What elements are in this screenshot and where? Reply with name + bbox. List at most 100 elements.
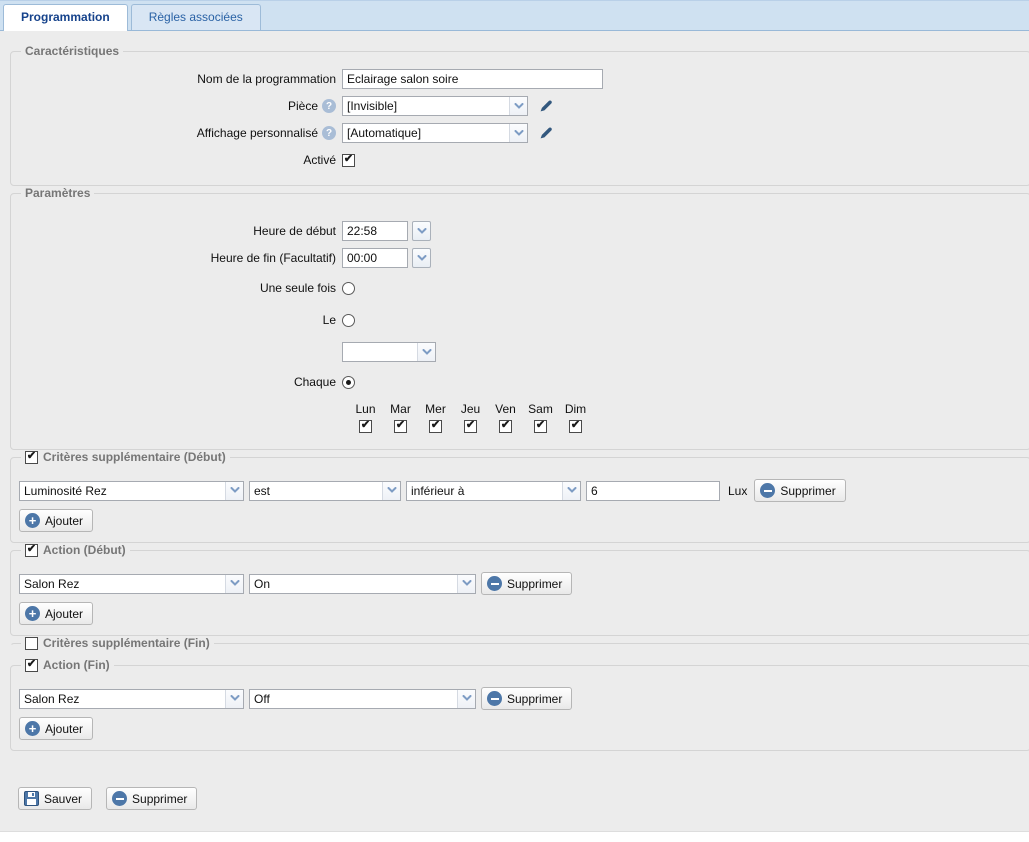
plus-icon <box>25 721 40 736</box>
once-label-text: Une seule fois <box>260 281 336 295</box>
day-mar: Mar <box>383 402 418 433</box>
chevron-down-icon[interactable] <box>457 690 475 708</box>
section-criteres-debut: Critères supplémentaire (Début) Luminosi… <box>10 450 1029 543</box>
criteres-fin-legend: Critères supplémentaire (Fin) <box>21 636 214 650</box>
once-radio[interactable] <box>342 282 355 295</box>
criteria-device-select[interactable]: Luminosité Rez <box>19 481 244 501</box>
display-label-text: Affichage personnalisé <box>197 126 318 140</box>
delete-label: Supprimer <box>132 792 187 806</box>
criteria-comparator-value: inférieur à <box>407 482 562 500</box>
action-debut-legend-label: Action (Début) <box>43 543 126 557</box>
criteria-device-value: Luminosité Rez <box>20 482 225 500</box>
criteria-value-input[interactable] <box>586 481 720 501</box>
tab-regles-associees[interactable]: Règles associées <box>131 4 261 30</box>
start-time-label-text: Heure de début <box>253 224 336 238</box>
criteria-unit-label: Lux <box>728 484 747 498</box>
criteria-operator-value: est <box>250 482 382 500</box>
action-delete-button[interactable]: Supprimer <box>481 572 572 595</box>
delete-button[interactable]: Supprimer <box>106 787 197 810</box>
action-fin-add-button[interactable]: Ajouter <box>19 717 93 740</box>
day-checkbox[interactable] <box>534 420 547 433</box>
action-row: Salon Rez On Supprimer <box>19 572 1022 595</box>
chevron-down-icon[interactable] <box>382 482 400 500</box>
action-row: Salon Rez Off Supprimer <box>19 687 1022 710</box>
room-select[interactable]: [Invisible] <box>342 96 528 116</box>
end-time-input[interactable] <box>342 248 408 268</box>
weekday-selector: Lun Mar Mer Jeu Ven Sam <box>348 402 1022 433</box>
chevron-down-icon[interactable] <box>417 343 435 361</box>
criteria-operator-select[interactable]: est <box>249 481 401 501</box>
enabled-checkbox[interactable] <box>342 154 355 167</box>
chevron-down-icon[interactable] <box>509 124 527 142</box>
day-checkbox[interactable] <box>359 420 372 433</box>
chevron-down-icon[interactable] <box>509 97 527 115</box>
help-icon[interactable]: ? <box>322 126 336 140</box>
add-row: Ajouter <box>19 509 1022 532</box>
action-fin-device-select[interactable]: Salon Rez <box>19 689 244 709</box>
section-criteres-fin: Critères supplémentaire (Fin) <box>10 636 1029 658</box>
plus-icon <box>25 513 40 528</box>
action-fin-device-value: Salon Rez <box>20 690 225 708</box>
action-device-select[interactable]: Salon Rez <box>19 574 244 594</box>
minus-icon <box>112 791 127 806</box>
on-date-radio[interactable] <box>342 314 355 327</box>
action-fin-legend: Action (Fin) <box>21 658 114 672</box>
criteria-delete-button[interactable]: Supprimer <box>754 479 845 502</box>
each-radio[interactable] <box>342 376 355 389</box>
action-add-button[interactable]: Ajouter <box>19 602 93 625</box>
action-fin-legend-label: Action (Fin) <box>43 658 110 672</box>
section-action-debut: Action (Début) Salon Rez On Supprimer <box>10 543 1029 636</box>
room-select-value: [Invisible] <box>343 97 509 115</box>
chevron-down-icon[interactable] <box>225 482 243 500</box>
display-select-value: [Automatique] <box>343 124 509 142</box>
on-date-row: Le <box>19 310 1022 330</box>
save-label: Sauver <box>44 792 82 806</box>
criteres-debut-legend: Critères supplémentaire (Début) <box>21 450 230 464</box>
day-checkbox[interactable] <box>569 420 582 433</box>
day-checkbox[interactable] <box>464 420 477 433</box>
criteria-delete-label: Supprimer <box>780 484 835 498</box>
day-checkbox[interactable] <box>429 420 442 433</box>
action-command-select[interactable]: On <box>249 574 476 594</box>
day-label: Mar <box>390 402 411 416</box>
action-fin-add-label: Ajouter <box>45 722 83 736</box>
help-icon[interactable]: ? <box>322 99 336 113</box>
day-checkbox[interactable] <box>499 420 512 433</box>
day-checkbox[interactable] <box>394 420 407 433</box>
day-dim: Dim <box>558 402 593 433</box>
chevron-down-icon[interactable] <box>225 690 243 708</box>
edit-pencil-icon[interactable] <box>538 98 554 114</box>
tab-programmation[interactable]: Programmation <box>3 4 128 31</box>
chevron-down-icon[interactable] <box>562 482 580 500</box>
chevron-down-icon[interactable] <box>457 575 475 593</box>
add-row: Ajouter <box>19 602 1022 625</box>
criteria-comparator-select[interactable]: inférieur à <box>406 481 581 501</box>
section-action-fin: Action (Fin) Salon Rez Off Supprimer <box>10 658 1029 751</box>
chevron-down-icon[interactable] <box>412 248 431 268</box>
action-fin-toggle-checkbox[interactable] <box>25 659 38 672</box>
action-debut-toggle-checkbox[interactable] <box>25 544 38 557</box>
action-fin-delete-label: Supprimer <box>507 692 562 706</box>
date-select-value <box>343 343 417 361</box>
chevron-down-icon[interactable] <box>225 575 243 593</box>
start-time-label: Heure de début <box>19 224 336 238</box>
date-select-row <box>19 342 1022 362</box>
action-fin-command-select[interactable]: Off <box>249 689 476 709</box>
name-input[interactable] <box>342 69 603 89</box>
save-button[interactable]: Sauver <box>18 787 92 810</box>
action-delete-label: Supprimer <box>507 577 562 591</box>
day-label: Jeu <box>461 402 480 416</box>
date-select[interactable] <box>342 342 436 362</box>
display-select[interactable]: [Automatique] <box>342 123 528 143</box>
start-time-input[interactable] <box>342 221 408 241</box>
add-row: Ajouter <box>19 717 1022 740</box>
criteres-debut-toggle-checkbox[interactable] <box>25 451 38 464</box>
chevron-down-icon[interactable] <box>412 221 431 241</box>
criteres-fin-toggle-checkbox[interactable] <box>25 637 38 650</box>
edit-pencil-icon[interactable] <box>538 125 554 141</box>
name-label: Nom de la programmation <box>19 72 336 86</box>
action-fin-delete-button[interactable]: Supprimer <box>481 687 572 710</box>
display-label: Affichage personnalisé ? <box>19 126 336 140</box>
each-label: Chaque <box>19 375 336 389</box>
criteria-add-button[interactable]: Ajouter <box>19 509 93 532</box>
